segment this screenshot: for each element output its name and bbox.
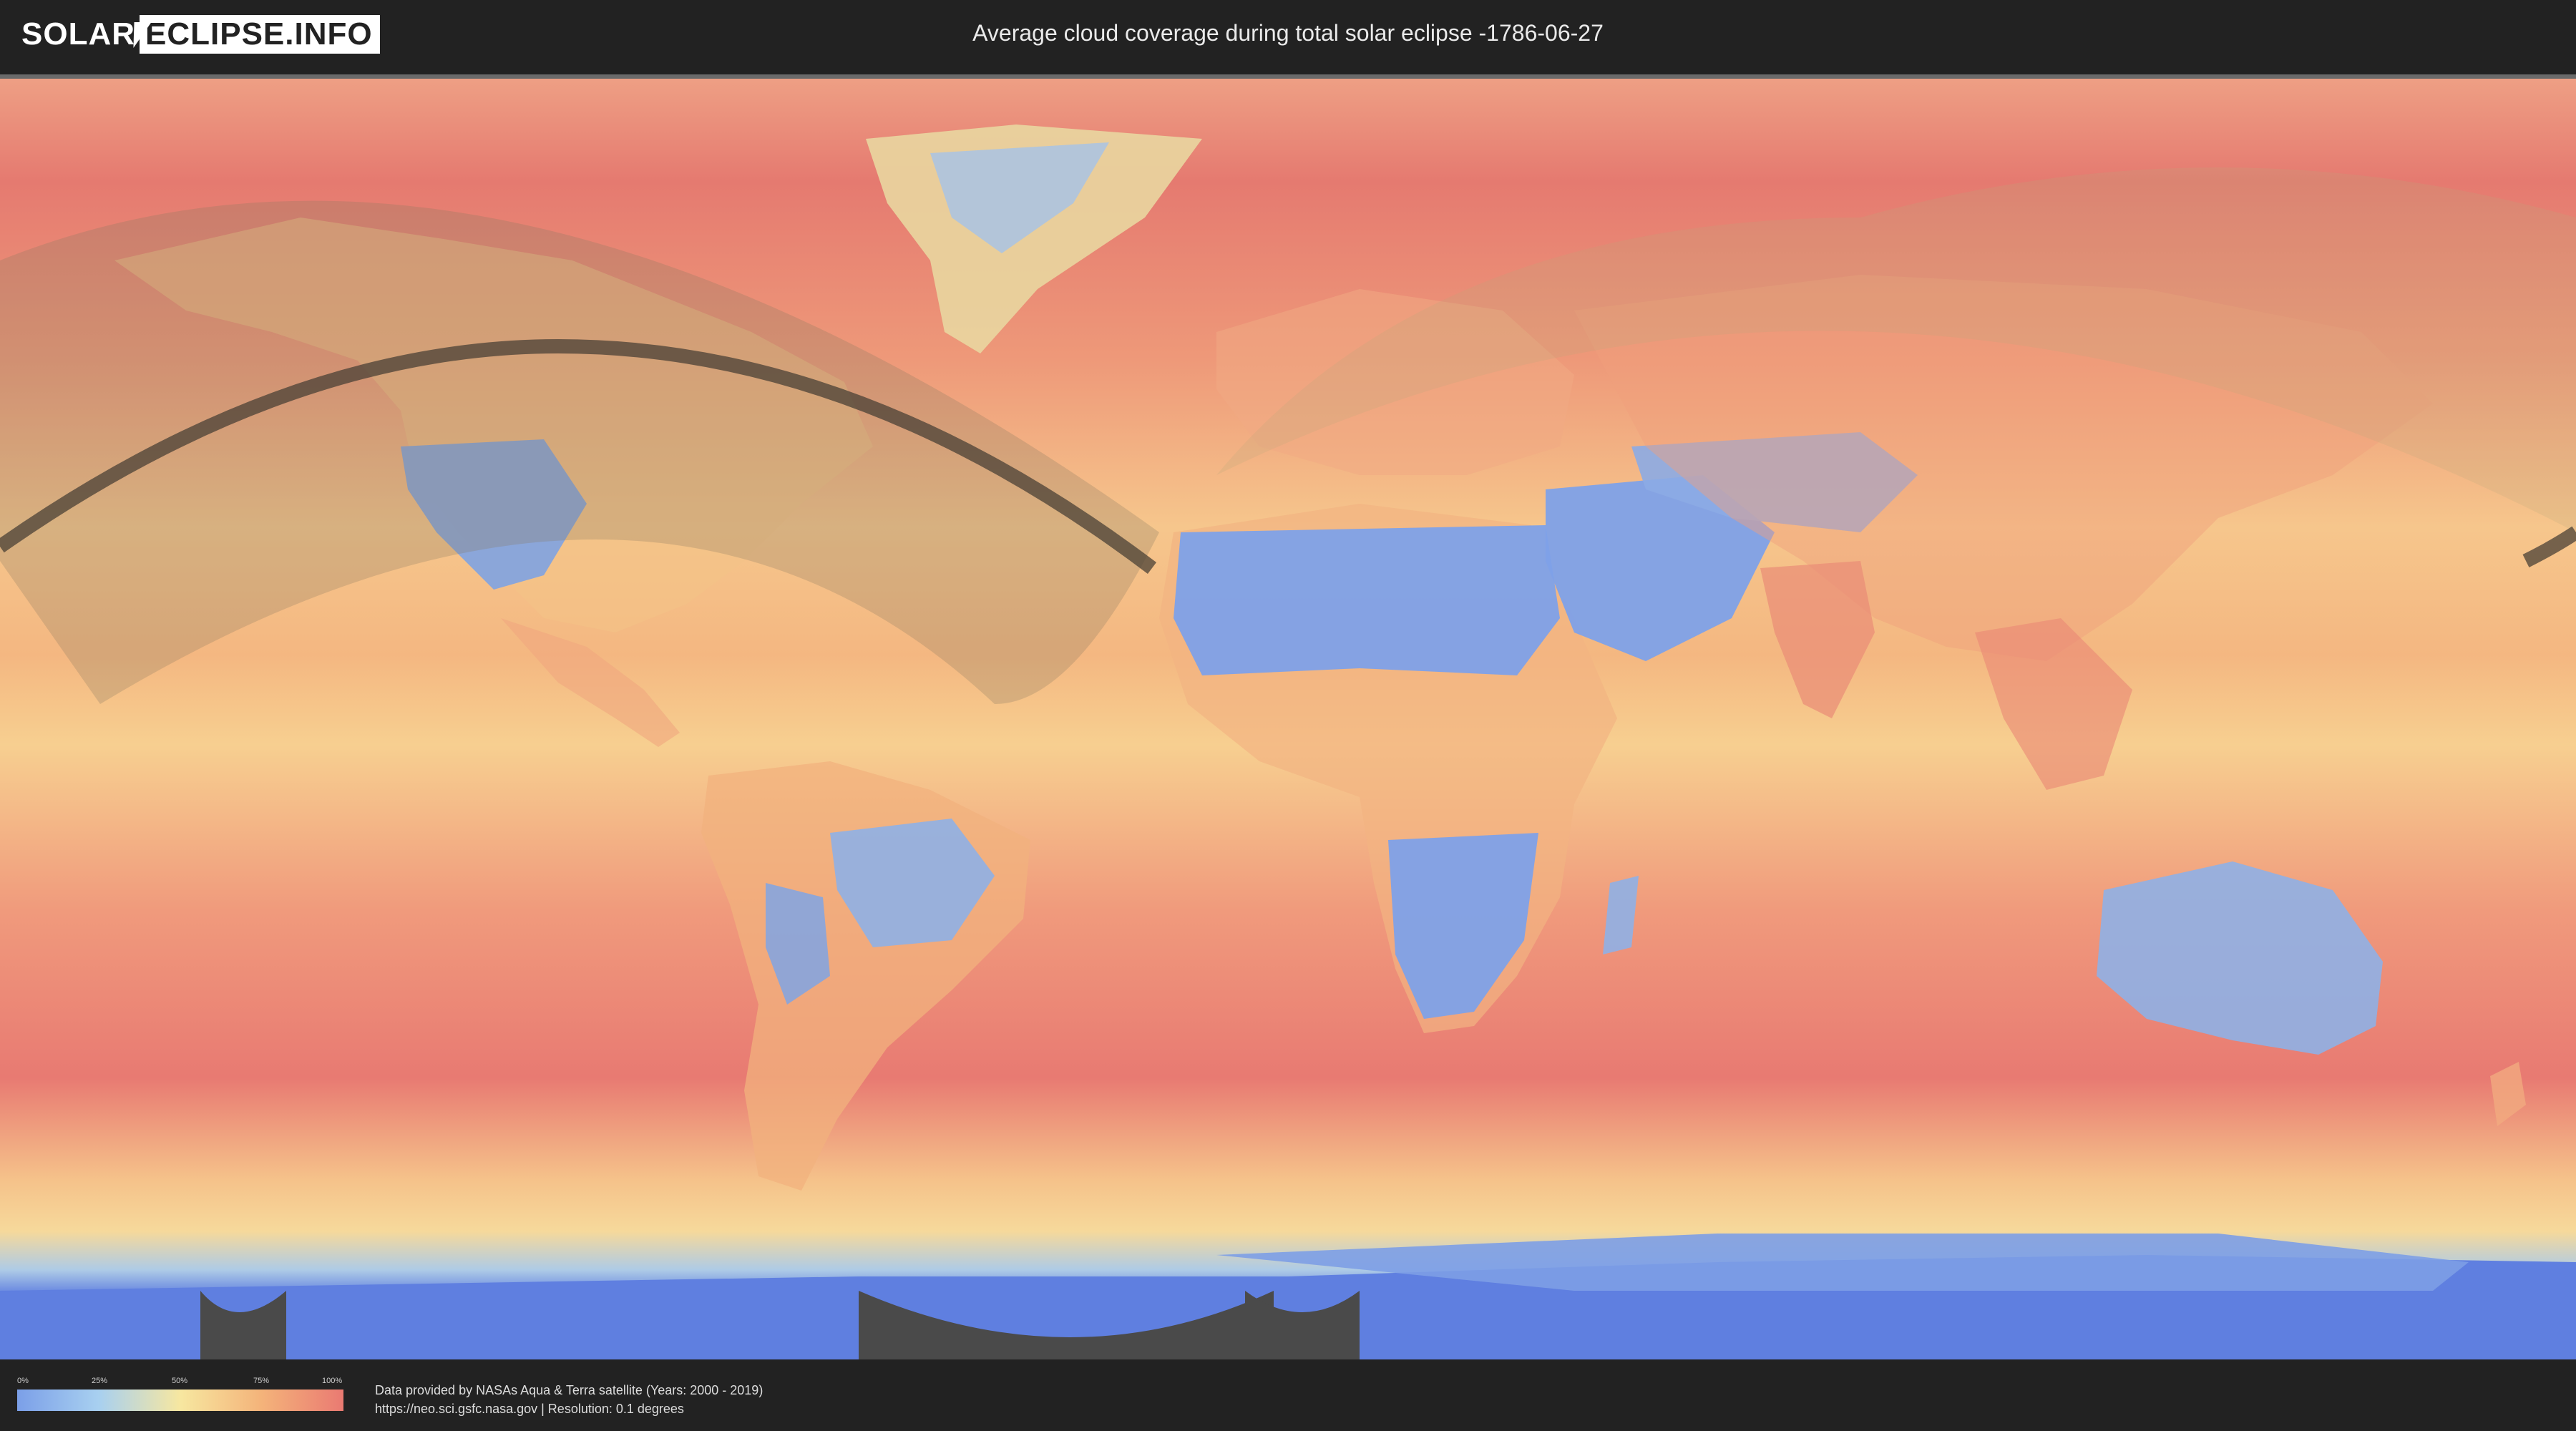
page-title: Average cloud coverage during total sola… bbox=[972, 20, 1604, 46]
credit-line-1: Data provided by NASAs Aqua & Terra sate… bbox=[375, 1383, 763, 1397]
data-credit: Data provided by NASAs Aqua & Terra sate… bbox=[375, 1381, 763, 1418]
footer-bar: 0% 25% 50% 75% 100% Data provided by NAS… bbox=[0, 1359, 2576, 1431]
cloud-coverage-legend: 0% 25% 50% 75% 100% bbox=[17, 1377, 343, 1414]
legend-tick-100: 100% bbox=[322, 1377, 343, 1385]
credit-line-2[interactable]: https://neo.sci.gsfc.nasa.gov | Resoluti… bbox=[375, 1400, 763, 1418]
cloud-coverage-map[interactable] bbox=[0, 74, 2576, 1359]
legend-tick-25: 25% bbox=[92, 1377, 108, 1385]
legend-tick-75: 75% bbox=[253, 1377, 270, 1385]
header-bar: SOLAR ECLIPSE.INFO Average cloud coverag… bbox=[0, 0, 2576, 72]
sahara-clear-patch bbox=[1174, 525, 1560, 675]
legend-ticks: 0% 25% 50% 75% 100% bbox=[17, 1377, 343, 1387]
world-map-svg bbox=[0, 74, 2576, 1359]
legend-color-bar bbox=[17, 1390, 343, 1411]
top-edge-strip bbox=[0, 74, 2576, 79]
legend-tick-50: 50% bbox=[172, 1377, 188, 1385]
legend-tick-0: 0% bbox=[17, 1377, 29, 1385]
